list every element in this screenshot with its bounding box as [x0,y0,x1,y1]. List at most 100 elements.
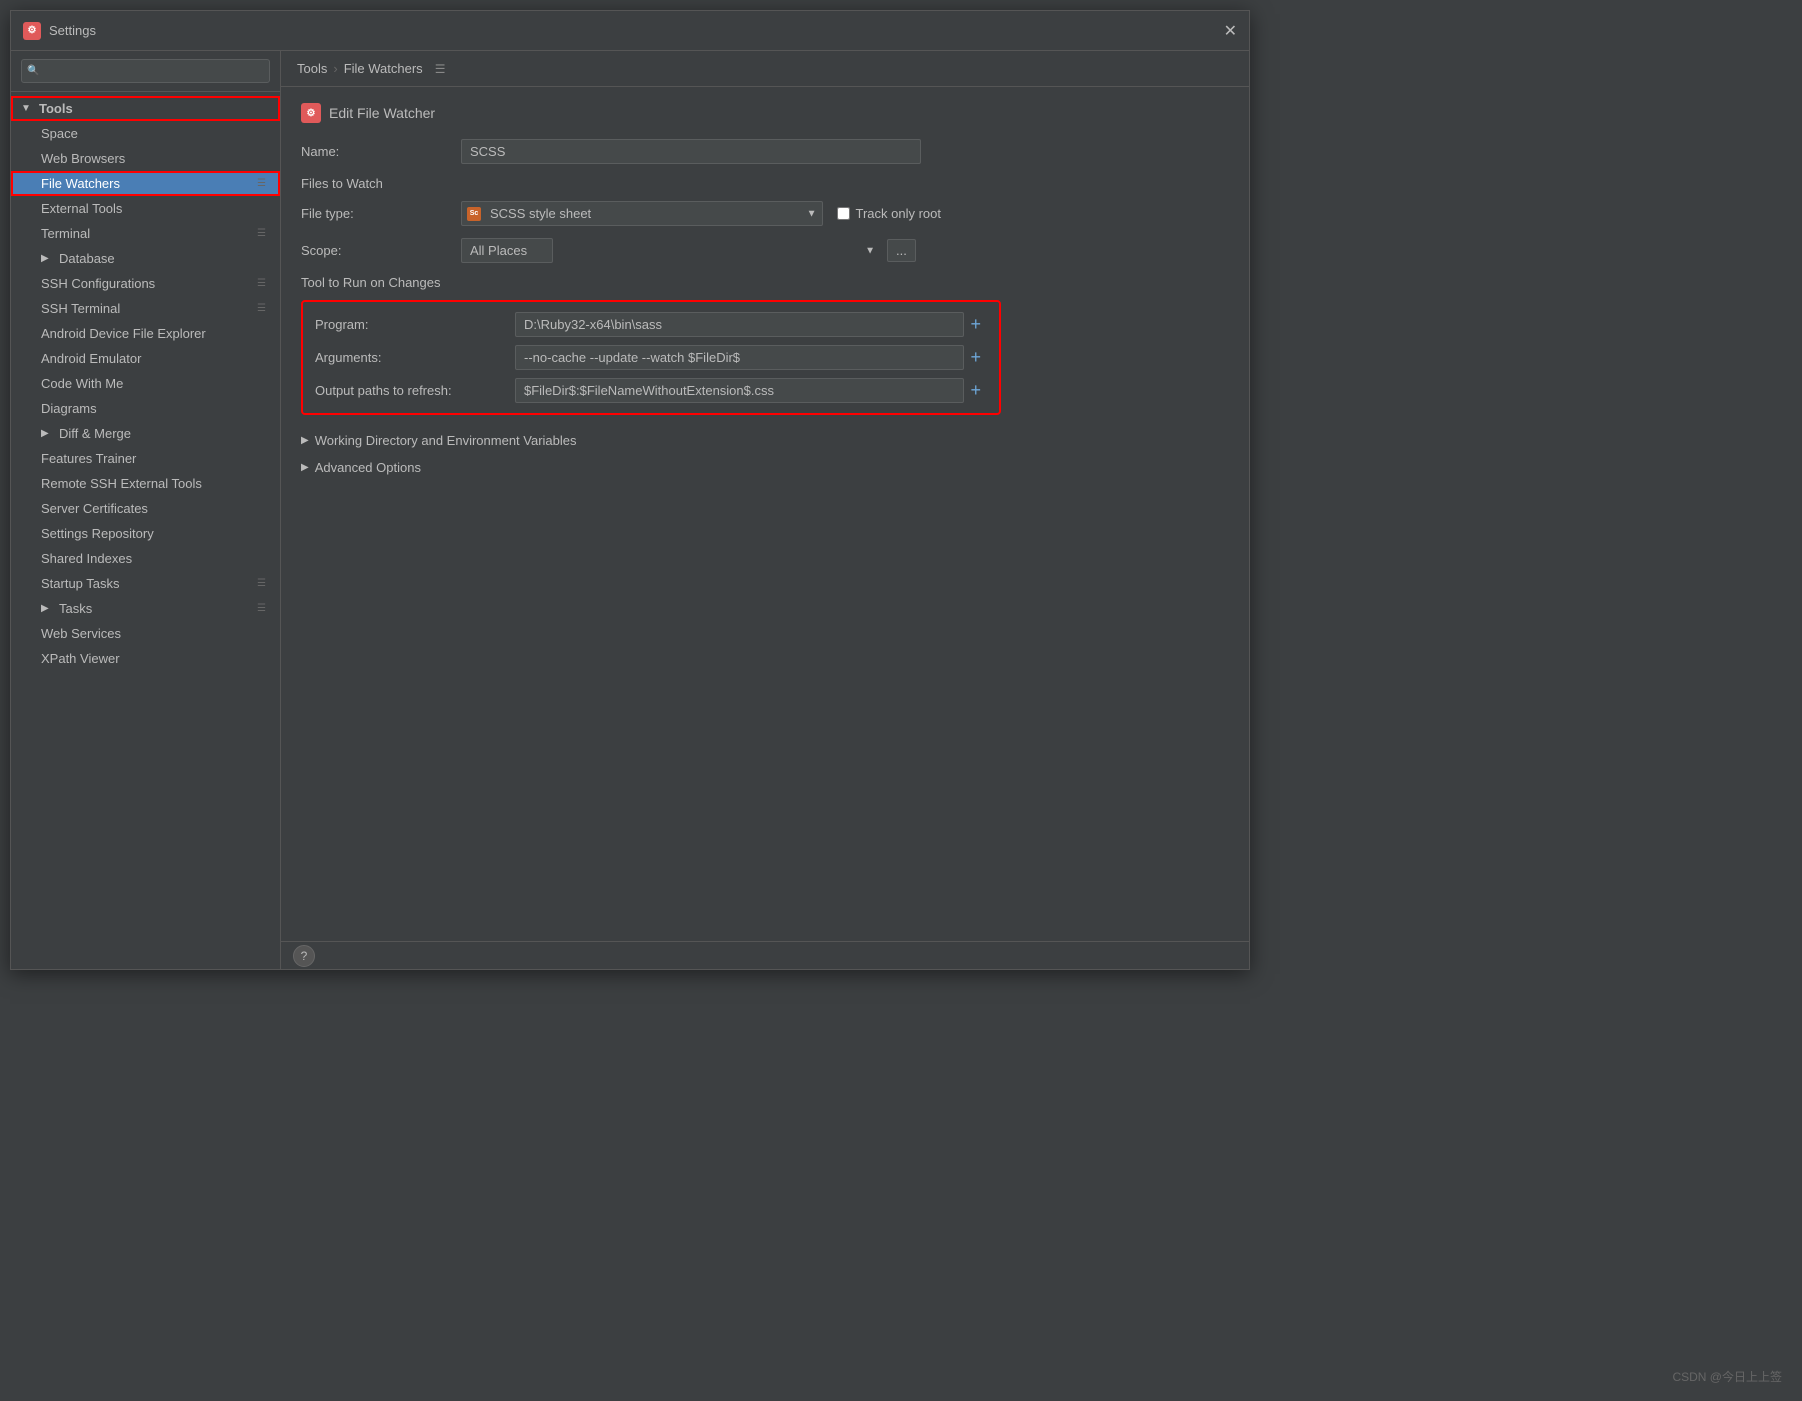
startup-tasks-icon: ☰ [257,578,266,589]
files-to-watch-section: Files to Watch File type: Sc SCSS style … [301,176,1229,263]
search-box [11,51,280,92]
scope-row-content: All Places ▼ ... [461,238,941,263]
sidebar-item-label: Database [59,251,115,266]
sidebar-item-label: SSH Configurations [41,276,155,291]
edit-file-watcher-title: Edit File Watcher [329,105,435,121]
search-input[interactable] [21,59,270,83]
file-type-select[interactable]: SCSS style sheet [461,201,823,226]
output-paths-input[interactable] [515,378,964,403]
sidebar: ▼ Tools Space Web Browsers File Watchers… [11,51,281,969]
watermark: CSDN @今日上上签 [1672,1368,1782,1385]
sidebar-item-web-services[interactable]: Web Services [11,621,280,646]
sidebar-item-settings-repository[interactable]: Settings Repository [11,521,280,546]
advanced-options-row[interactable]: ▶ Advanced Options [301,454,1229,481]
sidebar-item-ssh-terminal[interactable]: SSH Terminal ☰ [11,296,280,321]
sidebar-item-xpath-viewer[interactable]: XPath Viewer [11,646,280,671]
sidebar-item-terminal[interactable]: Terminal ☰ [11,221,280,246]
settings-window: ⚙ Settings ✕ ▼ Tools Space [10,10,1250,970]
sidebar-item-label: Startup Tasks [41,576,120,591]
file-type-select-wrapper: Sc SCSS style sheet ▼ Track only root [461,201,941,226]
sidebar-item-android-device-file-explorer[interactable]: Android Device File Explorer [11,321,280,346]
sidebar-item-features-trainer[interactable]: Features Trainer [11,446,280,471]
sidebar-item-label: SSH Terminal [41,301,120,316]
sidebar-item-label: XPath Viewer [41,651,120,666]
help-button[interactable]: ? [293,945,315,967]
sidebar-item-ssh-configurations[interactable]: SSH Configurations ☰ [11,271,280,296]
sidebar-item-label: Diagrams [41,401,97,416]
breadcrumb: Tools › File Watchers ☰ [281,51,1249,87]
track-only-root-label: Track only root [856,206,942,221]
sidebar-item-startup-tasks[interactable]: Startup Tasks ☰ [11,571,280,596]
sidebar-item-label: Code With Me [41,376,123,391]
statusbar: ? [281,941,1249,969]
add-program-button[interactable]: + [964,314,987,335]
tool-to-run-title: Tool to Run on Changes [301,275,1229,290]
sidebar-item-label: External Tools [41,201,122,216]
sidebar-item-label: Features Trainer [41,451,136,466]
close-button[interactable]: ✕ [1224,21,1237,41]
sidebar-item-database[interactable]: ▶ Database [11,246,280,271]
name-input[interactable] [461,139,921,164]
working-directory-row[interactable]: ▶ Working Directory and Environment Vari… [301,427,1229,454]
detail-pane: Tools › File Watchers ☰ ⚙ Edit File Watc… [281,51,1249,969]
sidebar-item-android-emulator[interactable]: Android Emulator [11,346,280,371]
breadcrumb-tools: Tools [297,61,327,76]
sidebar-item-label: Space [41,126,78,141]
arguments-input[interactable] [515,345,964,370]
sidebar-item-file-watchers[interactable]: File Watchers ☰ [11,171,280,196]
sidebar-item-external-tools[interactable]: External Tools [11,196,280,221]
program-label: Program: [315,317,515,332]
sidebar-item-label: Settings Repository [41,526,154,541]
edit-fw-icon: ⚙ [301,103,321,123]
sidebar-item-label: Web Services [41,626,121,641]
tasks-icon: ☰ [257,603,266,614]
sidebar-item-shared-indexes[interactable]: Shared Indexes [11,546,280,571]
sidebar-item-label: Tools [39,101,73,116]
sidebar-item-label: Terminal [41,226,90,241]
sidebar-item-diagrams[interactable]: Diagrams [11,396,280,421]
arguments-row: Arguments: + [315,345,987,370]
sidebar-item-web-browsers[interactable]: Web Browsers [11,146,280,171]
sidebar-item-code-with-me[interactable]: Code With Me [11,371,280,396]
file-type-row: File type: Sc SCSS style sheet ▼ [301,201,1229,226]
sidebar-item-server-certificates[interactable]: Server Certificates [11,496,280,521]
program-input[interactable] [515,312,964,337]
terminal-icon: ☰ [257,228,266,239]
breadcrumb-separator: › [333,61,337,76]
scope-label: Scope: [301,243,461,258]
name-row: Name: [301,139,1229,164]
chevron-right-icon: ▶ [41,603,53,614]
add-output-button[interactable]: + [964,380,987,401]
tool-run-box: Program: + Arguments: + [301,300,1001,415]
sidebar-item-label: Web Browsers [41,151,125,166]
scope-select-wrap: All Places ▼ [461,238,881,263]
breadcrumb-file-watchers: File Watchers [344,61,423,76]
scope-chevron-down-icon: ▼ [865,245,875,256]
sidebar-item-diff-merge[interactable]: ▶ Diff & Merge [11,421,280,446]
add-arguments-button[interactable]: + [964,347,987,368]
advanced-options-label: Advanced Options [315,460,421,475]
sidebar-item-space[interactable]: Space [11,121,280,146]
titlebar: ⚙ Settings ✕ [11,11,1249,51]
chevron-down-icon: ▼ [21,103,33,114]
scope-ellipsis-button[interactable]: ... [887,239,916,262]
sidebar-item-label: Android Emulator [41,351,141,366]
sidebar-item-label: Remote SSH External Tools [41,476,202,491]
sidebar-item-remote-ssh-external-tools[interactable]: Remote SSH External Tools [11,471,280,496]
triangle-right-icon: ▶ [301,462,309,473]
search-wrapper [21,59,270,83]
tool-to-run-section: Tool to Run on Changes Program: + [301,275,1229,415]
track-only-root-checkbox[interactable] [837,207,850,220]
sidebar-item-label: Diff & Merge [59,426,131,441]
sidebar-item-label: File Watchers [41,176,120,191]
file-watchers-icon: ☰ [257,178,266,189]
sidebar-item-label: Android Device File Explorer [41,326,206,341]
main-content: ▼ Tools Space Web Browsers File Watchers… [11,51,1249,969]
sidebar-item-label: Tasks [59,601,92,616]
sidebar-item-tools[interactable]: ▼ Tools [11,96,280,121]
sidebar-item-tasks[interactable]: ▶ Tasks ☰ [11,596,280,621]
scss-icon: Sc [467,207,481,221]
scope-select[interactable]: All Places [461,238,553,263]
files-to-watch-title: Files to Watch [301,176,1229,191]
edit-file-watcher-header: ⚙ Edit File Watcher [301,103,1229,123]
